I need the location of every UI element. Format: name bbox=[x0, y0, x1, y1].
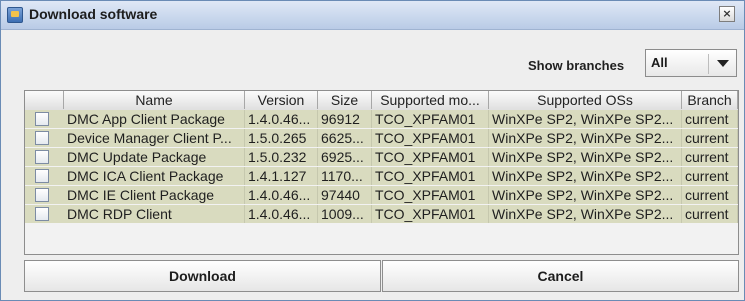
row-branch: current bbox=[682, 167, 738, 185]
checkbox-icon[interactable] bbox=[35, 207, 49, 221]
download-software-dialog: Download software × Show branches All Na… bbox=[0, 0, 745, 301]
row-name: DMC Update Package bbox=[64, 148, 245, 166]
row-supported-os: WinXPe SP2, WinXPe SP2... bbox=[489, 110, 682, 128]
row-size: 97440 bbox=[318, 186, 372, 204]
row-branch: current bbox=[682, 110, 738, 128]
checkbox-icon[interactable] bbox=[35, 131, 49, 145]
row-branch: current bbox=[682, 129, 738, 147]
table-header: Name Version Size Supported mo... Suppor… bbox=[25, 91, 738, 111]
title-bar[interactable]: Download software × bbox=[1, 1, 744, 30]
row-version: 1.4.0.46... bbox=[245, 110, 318, 128]
row-supported-os: WinXPe SP2, WinXPe SP2... bbox=[489, 186, 682, 204]
row-name: Device Manager Client P... bbox=[64, 129, 245, 147]
window-title: Download software bbox=[29, 6, 158, 22]
row-supported-os: WinXPe SP2, WinXPe SP2... bbox=[489, 205, 682, 223]
row-branch: current bbox=[682, 205, 738, 223]
row-supported-os: WinXPe SP2, WinXPe SP2... bbox=[489, 129, 682, 147]
row-branch: current bbox=[682, 186, 738, 204]
row-size: 1009... bbox=[318, 205, 372, 223]
select-divider bbox=[708, 54, 709, 74]
cancel-button[interactable]: Cancel bbox=[382, 260, 739, 292]
header-supported-model[interactable]: Supported mo... bbox=[372, 91, 489, 109]
row-size: 6925... bbox=[318, 148, 372, 166]
chevron-down-icon[interactable] bbox=[717, 60, 729, 67]
row-supported-model: TCO_XPFAM01 bbox=[372, 129, 489, 147]
row-supported-model: TCO_XPFAM01 bbox=[372, 186, 489, 204]
show-branches-label: Show branches bbox=[528, 58, 625, 73]
java-app-icon bbox=[7, 7, 23, 23]
row-name: DMC IE Client Package bbox=[64, 186, 245, 204]
branch-select-value: All bbox=[651, 55, 668, 70]
row-version: 1.4.0.46... bbox=[245, 205, 318, 223]
row-supported-os: WinXPe SP2, WinXPe SP2... bbox=[489, 148, 682, 166]
checkbox-icon[interactable] bbox=[35, 150, 49, 164]
header-supported-os[interactable]: Supported OSs bbox=[489, 91, 682, 109]
table-row[interactable]: Device Manager Client P... 1.5.0.265 662… bbox=[25, 129, 738, 147]
branch-select[interactable]: All bbox=[645, 49, 737, 77]
table-row[interactable]: DMC ICA Client Package 1.4.1.127 1170...… bbox=[25, 167, 738, 185]
software-table: Name Version Size Supported mo... Suppor… bbox=[24, 90, 739, 255]
row-version: 1.4.1.127 bbox=[245, 167, 318, 185]
row-version: 1.5.0.265 bbox=[245, 129, 318, 147]
row-name: DMC ICA Client Package bbox=[64, 167, 245, 185]
row-version: 1.4.0.46... bbox=[245, 186, 318, 204]
table-row[interactable]: DMC RDP Client 1.4.0.46... 1009... TCO_X… bbox=[25, 205, 738, 223]
row-supported-model: TCO_XPFAM01 bbox=[372, 148, 489, 166]
checkbox-icon[interactable] bbox=[35, 188, 49, 202]
row-name: DMC App Client Package bbox=[64, 110, 245, 128]
download-button[interactable]: Download bbox=[24, 260, 381, 292]
row-supported-model: TCO_XPFAM01 bbox=[372, 205, 489, 223]
header-size[interactable]: Size bbox=[318, 91, 372, 109]
header-name[interactable]: Name bbox=[64, 91, 245, 109]
close-icon[interactable]: × bbox=[719, 6, 735, 22]
row-name: DMC RDP Client bbox=[64, 205, 245, 223]
row-version: 1.5.0.232 bbox=[245, 148, 318, 166]
row-size: 96912 bbox=[318, 110, 372, 128]
table-row[interactable]: DMC Update Package 1.5.0.232 6925... TCO… bbox=[25, 148, 738, 166]
header-version[interactable]: Version bbox=[245, 91, 318, 109]
checkbox-icon[interactable] bbox=[35, 169, 49, 183]
row-branch: current bbox=[682, 148, 738, 166]
row-supported-os: WinXPe SP2, WinXPe SP2... bbox=[489, 167, 682, 185]
row-supported-model: TCO_XPFAM01 bbox=[372, 110, 489, 128]
row-supported-model: TCO_XPFAM01 bbox=[372, 167, 489, 185]
row-size: 6625... bbox=[318, 129, 372, 147]
row-size: 1170... bbox=[318, 167, 372, 185]
checkbox-icon[interactable] bbox=[35, 112, 49, 126]
table-row[interactable]: DMC IE Client Package 1.4.0.46... 97440 … bbox=[25, 186, 738, 204]
table-row[interactable]: DMC App Client Package 1.4.0.46... 96912… bbox=[25, 110, 738, 128]
header-select[interactable] bbox=[25, 91, 64, 109]
header-branch[interactable]: Branch bbox=[682, 91, 738, 109]
